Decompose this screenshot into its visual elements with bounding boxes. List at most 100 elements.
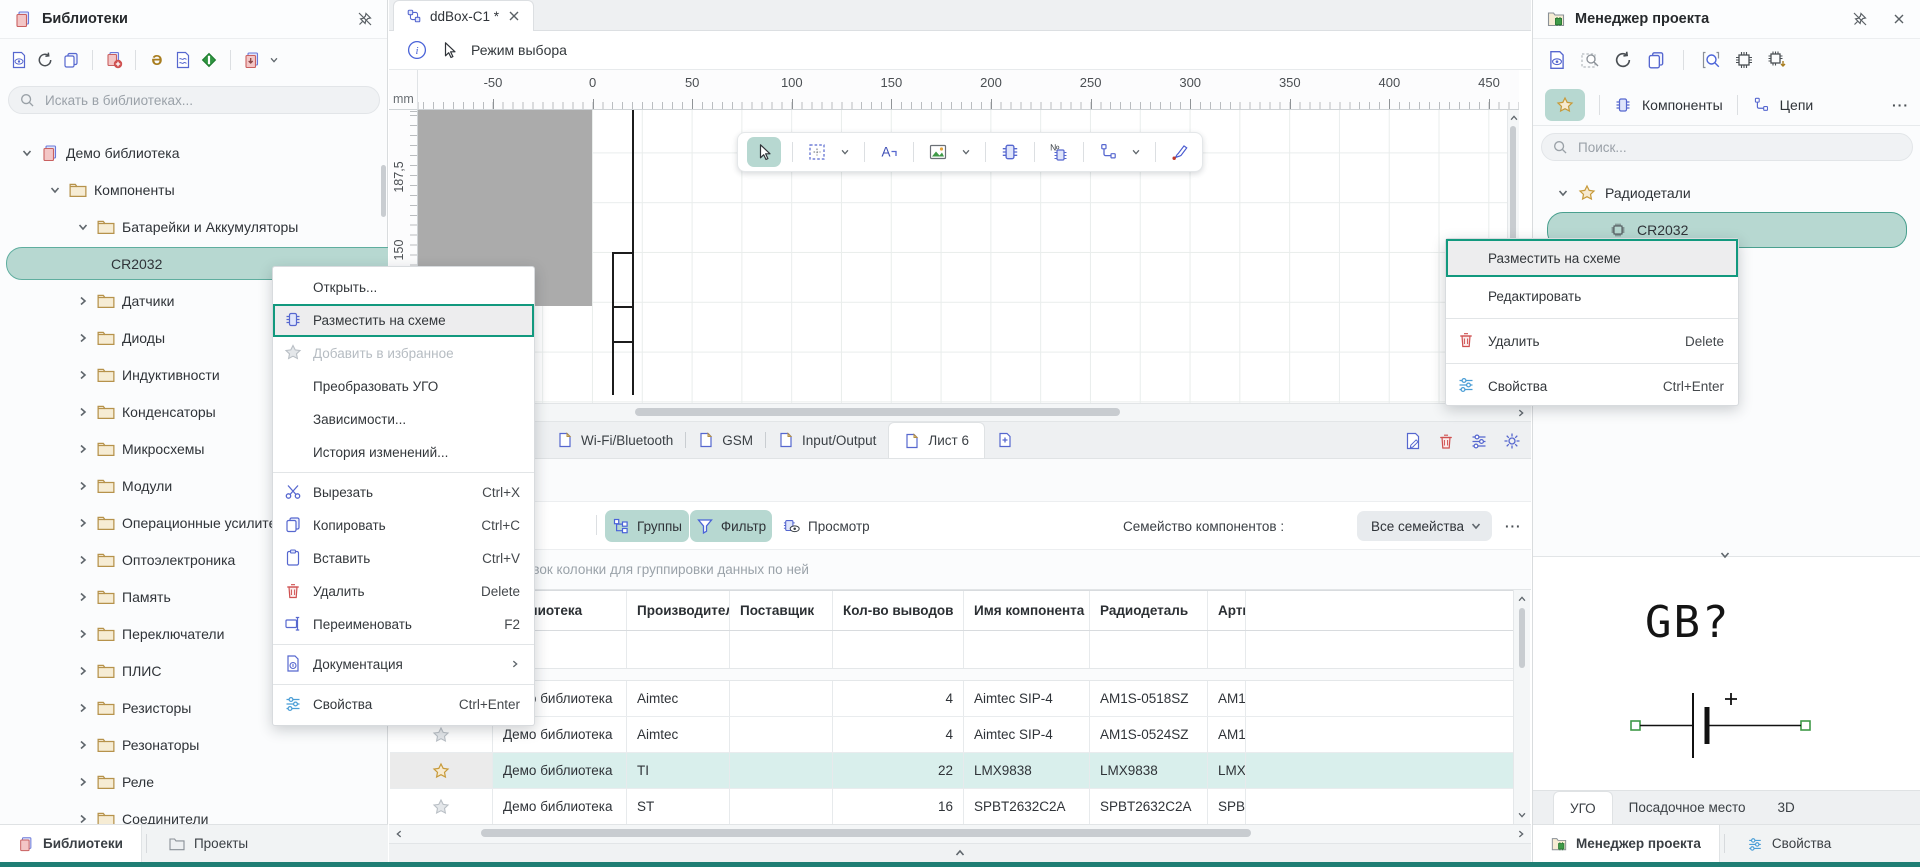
- more-options-button[interactable]: ···: [1892, 97, 1909, 113]
- table-row-4[interactable]: Демо библиотекаST16SPBT2632C2ASPBT2632C2…: [390, 789, 1513, 824]
- column-header-4[interactable]: Кол-во выводов: [833, 591, 964, 630]
- preview-toggle-button[interactable]: Просмотр: [783, 510, 870, 542]
- menu-item-история-изменений-[interactable]: История изменений...: [273, 436, 534, 469]
- edit-sheet-icon[interactable]: [1404, 432, 1422, 450]
- chevron-down-icon[interactable]: [1557, 187, 1569, 199]
- chevron-down-icon[interactable]: [1128, 139, 1144, 165]
- sheet-tab-2[interactable]: GSM: [686, 422, 765, 458]
- table-vscroll-thumb[interactable]: [1519, 608, 1525, 668]
- chevron-right-icon[interactable]: [76, 406, 90, 418]
- chevron-right-icon[interactable]: [76, 591, 90, 603]
- pen-tool-button[interactable]: [1167, 139, 1193, 165]
- close-tab-icon[interactable]: [507, 9, 521, 23]
- unpin-icon[interactable]: [1852, 11, 1868, 27]
- table-vertical-scrollbar[interactable]: [1513, 590, 1530, 824]
- select-tool-button[interactable]: [747, 137, 781, 167]
- menu-item-копировать[interactable]: КопироватьCtrl+C: [273, 509, 534, 542]
- chevron-right-icon[interactable]: [76, 369, 90, 381]
- collapse-panel-icon[interactable]: [954, 847, 966, 859]
- splitter-collapse-icon[interactable]: [1719, 549, 1731, 561]
- chevron-down-icon[interactable]: [20, 147, 34, 159]
- column-header-3[interactable]: Поставщик: [730, 591, 833, 630]
- preview-tab-3d[interactable]: 3D: [1762, 791, 1811, 824]
- column-header-5[interactable]: Имя компонента: [964, 591, 1090, 630]
- menu-item-открыть-[interactable]: Открыть...: [273, 271, 534, 304]
- preview-tab-уго[interactable]: УГО: [1553, 791, 1613, 824]
- table-hscroll-thumb[interactable]: [481, 829, 1251, 837]
- chip-num-tool-button[interactable]: №: [1046, 139, 1072, 165]
- image-tool-button[interactable]: [925, 139, 951, 165]
- menu-item-удалить[interactable]: УдалитьDelete: [1446, 322, 1738, 360]
- bottom-tab-библиотеки[interactable]: Библиотеки: [0, 825, 142, 862]
- tree-item[interactable]: Компоненты: [0, 171, 388, 208]
- filter-cell[interactable]: [730, 631, 833, 668]
- net-tool-button[interactable]: [1095, 139, 1121, 165]
- chevron-down-icon[interactable]: [958, 139, 974, 165]
- table-row-1[interactable]: Демо библиотекаAimtec4Aimtec SIP-4AM1S-0…: [390, 681, 1513, 717]
- add-sheet-button[interactable]: [985, 422, 1025, 458]
- canvas-hscroll-thumb[interactable]: [635, 408, 1120, 416]
- tree-group-radio-parts[interactable]: Радиодетали: [1533, 176, 1920, 210]
- sheet-settings-icon[interactable]: [1470, 432, 1488, 450]
- tree-item[interactable]: Соединители: [0, 800, 388, 824]
- chevron-right-icon[interactable]: [76, 332, 90, 344]
- table-row-2[interactable]: Демо библиотекаAimtec4Aimtec SIP-4AM1S-0…: [390, 717, 1513, 753]
- menu-item-вставить[interactable]: ВставитьCtrl+V: [273, 542, 534, 575]
- canvas-horizontal-scrollbar[interactable]: [389, 403, 1531, 422]
- chevron-right-icon[interactable]: [76, 554, 90, 566]
- scroll-down-icon[interactable]: [1517, 810, 1527, 820]
- chevron-right-icon[interactable]: [76, 739, 90, 751]
- filter-cell[interactable]: [1208, 631, 1246, 668]
- libraries-search[interactable]: [8, 86, 380, 114]
- tree-item[interactable]: Батарейки и Аккумуляторы: [0, 208, 388, 245]
- column-header-2[interactable]: Производитель: [627, 591, 730, 630]
- more-options-button[interactable]: ···: [1505, 510, 1522, 542]
- sheet-tab-1[interactable]: Wi-Fi/Bluetooth: [545, 422, 685, 458]
- chevron-right-icon[interactable]: [76, 517, 90, 529]
- table-row-3[interactable]: Демо библиотекаTI22LMX9838LMX9838LMX9838: [390, 753, 1513, 789]
- info-icon[interactable]: i: [407, 40, 427, 60]
- tree-item[interactable]: Резонаторы: [0, 726, 388, 763]
- filter-toggle-button[interactable]: Фильтр: [690, 510, 772, 542]
- chevron-down-icon[interactable]: [48, 184, 62, 196]
- bottom-tab-менеджер-проекта[interactable]: Менеджер проекта: [1533, 825, 1720, 862]
- chevron-down-icon[interactable]: [76, 221, 90, 233]
- filter-cell[interactable]: [964, 631, 1090, 668]
- favorites-toggle-button[interactable]: [1545, 89, 1585, 121]
- scroll-up-icon[interactable]: [1517, 594, 1527, 604]
- chevron-right-icon[interactable]: [76, 702, 90, 714]
- bottom-tab-свойства[interactable]: Свойства: [1729, 825, 1849, 862]
- table-horizontal-scrollbar[interactable]: [389, 824, 1531, 843]
- scroll-left-icon[interactable]: [394, 829, 404, 839]
- filter-cell[interactable]: [627, 631, 730, 668]
- filter-cell[interactable]: [1090, 631, 1208, 668]
- menu-item-вырезать[interactable]: ВырезатьCtrl+X: [273, 476, 534, 509]
- project-search-input[interactable]: [1576, 139, 1902, 156]
- groups-toggle-button[interactable]: Группы: [605, 510, 689, 542]
- menu-item-редактировать[interactable]: Редактировать: [1446, 277, 1738, 315]
- column-header-6[interactable]: Радиодеталь: [1090, 591, 1208, 630]
- chevron-right-icon[interactable]: [76, 295, 90, 307]
- collapse-panel-strip[interactable]: [389, 843, 1531, 862]
- chip-tool-button[interactable]: [997, 139, 1023, 165]
- favorite-cell[interactable]: [390, 753, 493, 788]
- text-tool-tool-button[interactable]: A: [876, 139, 902, 165]
- chevron-down-icon[interactable]: [837, 139, 853, 165]
- tree-item[interactable]: Демо библиотека: [0, 134, 388, 171]
- favorite-cell[interactable]: [390, 789, 493, 824]
- chevron-right-icon[interactable]: [76, 665, 90, 677]
- nets-view-label[interactable]: Цепи: [1780, 97, 1814, 113]
- tree-item[interactable]: Реле: [0, 763, 388, 800]
- gear-icon[interactable]: [1503, 432, 1521, 450]
- menu-item-переименовать[interactable]: ПереименоватьF2: [273, 608, 534, 641]
- sheet-tab-3[interactable]: Input/Output: [766, 422, 888, 458]
- chevron-right-icon[interactable]: [76, 480, 90, 492]
- menu-item-разместить-на-схеме[interactable]: Разместить на схеме: [1446, 239, 1738, 277]
- menu-item-свойства[interactable]: СвойстваCtrl+Enter: [273, 688, 534, 721]
- filter-cell[interactable]: [833, 631, 964, 668]
- chevron-right-icon[interactable]: [76, 776, 90, 788]
- libraries-search-input[interactable]: [43, 92, 369, 109]
- chevron-right-icon[interactable]: [76, 628, 90, 640]
- menu-item-зависимости-[interactable]: Зависимости...: [273, 403, 534, 436]
- menu-item-разместить-на-схеме[interactable]: Разместить на схеме: [273, 304, 534, 337]
